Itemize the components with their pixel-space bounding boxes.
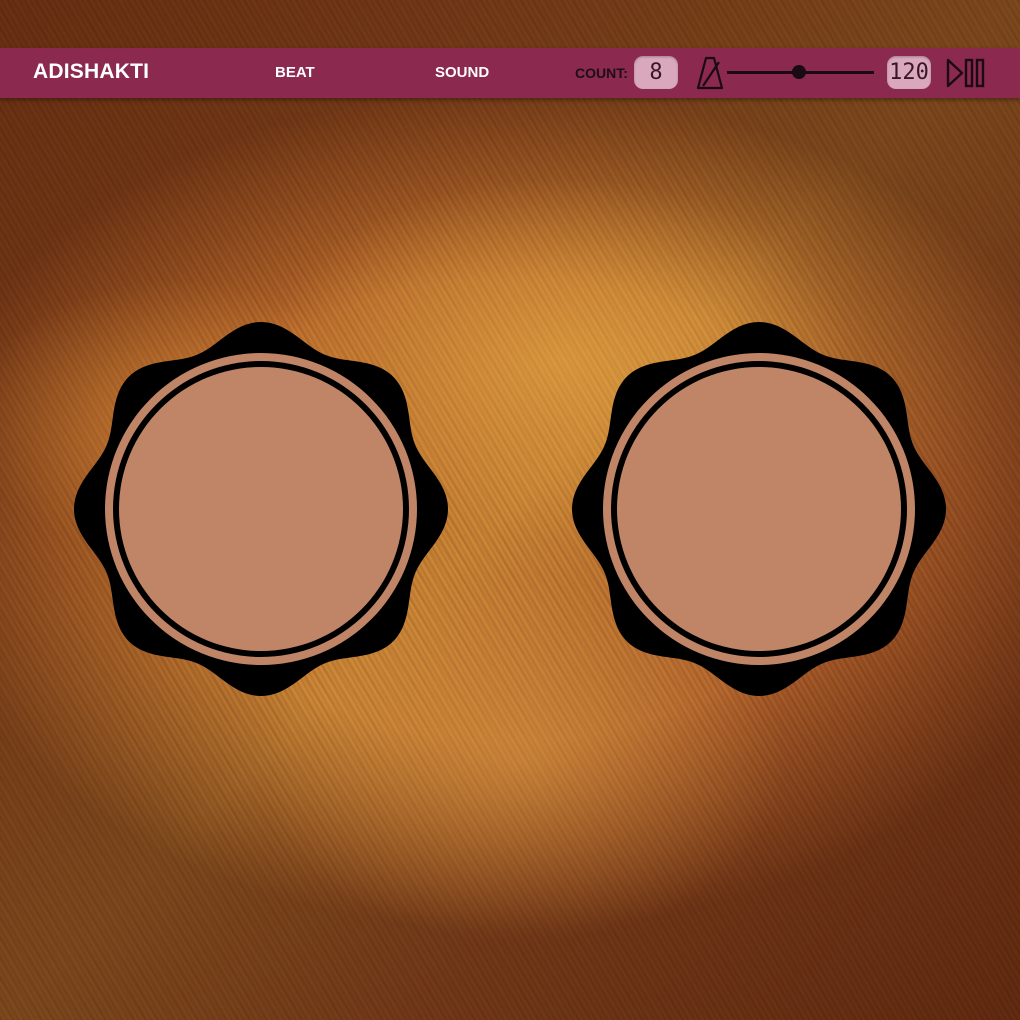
tempo-slider-thumb[interactable] [792, 65, 807, 79]
app-title: ADISHAKTI [33, 60, 150, 83]
drum-skin [119, 367, 403, 651]
metronome-icon[interactable] [695, 56, 725, 90]
count-display[interactable]: 8 [634, 56, 678, 89]
play-pause-icon[interactable] [945, 56, 987, 90]
drum-pad-right[interactable] [572, 322, 946, 696]
drum-skin [617, 367, 901, 651]
tempo-display: 120 [887, 56, 931, 89]
drum-pad-left[interactable] [74, 322, 448, 696]
count-label: COUNT: [575, 65, 628, 81]
top-bar: ADISHAKTI BEAT SOUND COUNT: 8 120 [0, 48, 1020, 98]
nav-beat[interactable]: BEAT [275, 64, 315, 81]
nav-sound[interactable]: SOUND [435, 64, 489, 81]
